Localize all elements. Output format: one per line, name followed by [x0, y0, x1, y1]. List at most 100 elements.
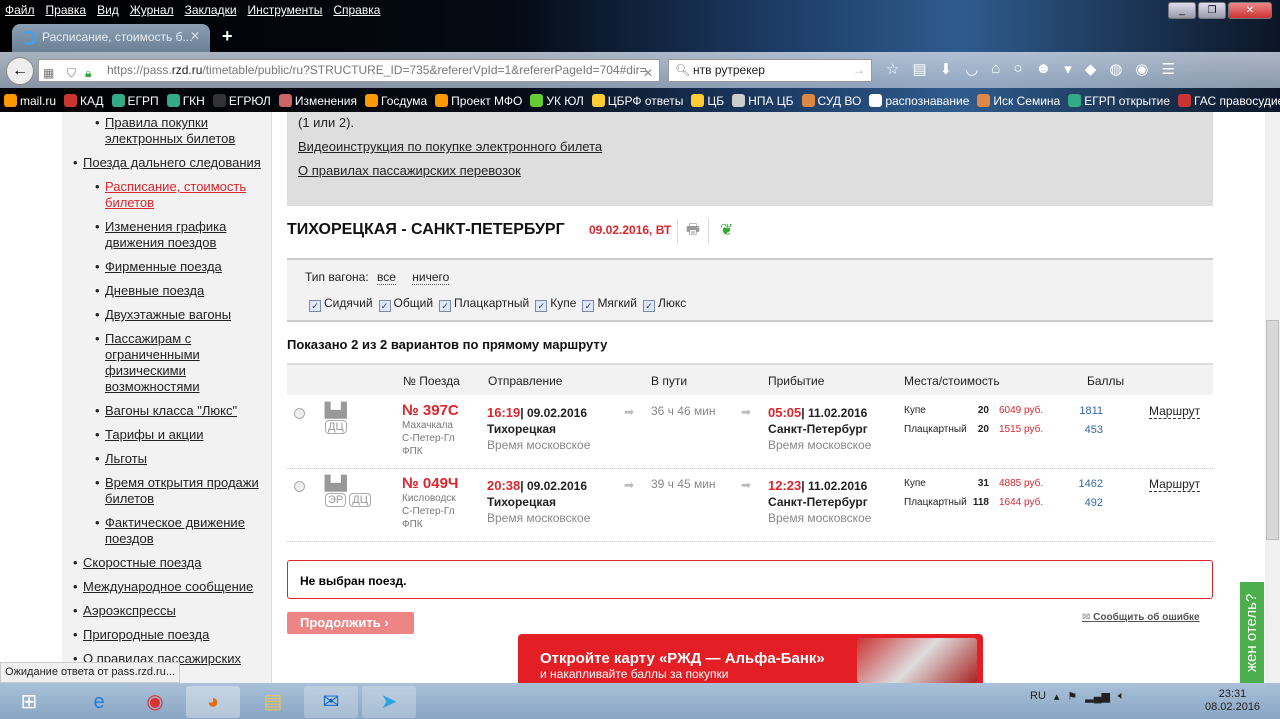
menu-history[interactable]: Журнал [130, 0, 174, 20]
sidebar-link[interactable]: Правила покупки электронных билетов [105, 115, 235, 146]
bookmark-item[interactable]: ЕГРП открытие [1068, 94, 1170, 108]
bookmark-item[interactable]: распознавание [869, 94, 969, 108]
chrome-icon[interactable]: ◉ [128, 686, 182, 718]
bookmark-item[interactable]: ГКН [166, 94, 205, 108]
flag-icon[interactable]: ⚑ [1067, 690, 1077, 703]
sidebar-link[interactable]: Фирменные поезда [105, 259, 222, 274]
sidebar-item[interactable]: Фирменные поезда [62, 259, 271, 275]
explorer-icon[interactable]: ▤ [246, 686, 300, 718]
train-radio[interactable] [294, 408, 305, 419]
bookmark-item[interactable]: ЦБРФ ответы [591, 94, 683, 108]
network-icon[interactable]: ▂▄▆ [1085, 690, 1110, 703]
menu-help[interactable]: Справка [333, 0, 380, 20]
clear-url-icon[interactable]: ✕ [643, 63, 653, 81]
train-row[interactable]: ▙▟ ЭР ДЦ № 049Ч Кисловодск С-Петер-Гл ФПК 20:38… [287, 469, 1213, 542]
print-icon[interactable]: 🖶︎ [677, 218, 709, 244]
sidebar-item[interactable]: Тарифы и акции [62, 427, 271, 443]
bookmark-item[interactable]: Госдума [365, 94, 427, 108]
outlook-icon[interactable]: ✉ [304, 686, 358, 718]
extension-icon[interactable]: ☻ [1035, 60, 1051, 78]
scrollbar-thumb[interactable] [1266, 320, 1279, 540]
sidebar-item[interactable]: Время открытия продажи билетов [62, 475, 271, 507]
eco-leaf-icon[interactable]: ❦ [720, 220, 733, 240]
sidebar-link[interactable]: Пассажирам с ограниченными физическими в… [105, 331, 200, 394]
volume-icon[interactable]: 🔈︎ [1118, 690, 1125, 703]
ad-banner[interactable]: Откройте карту «РЖД — Альфа-Банк» и нака… [518, 634, 983, 683]
sidebar-link[interactable]: Изменения графика движения поездов [105, 219, 226, 250]
tray-expand-icon[interactable]: ▴ [1054, 690, 1060, 703]
bookmark-item[interactable]: ЦБ [691, 94, 724, 108]
bookmark-item[interactable]: УК ЮЛ [530, 94, 584, 108]
pocket-icon[interactable]: ◡ [965, 60, 978, 78]
route-link[interactable]: Маршрут [1149, 477, 1201, 492]
identity-icon[interactable]: ▦ [43, 63, 54, 81]
close-tab-icon[interactable]: ✕ [190, 29, 200, 43]
sidebar-item[interactable]: Вагоны класса "Люкс" [62, 403, 271, 419]
sidebar-item[interactable]: Льготы [62, 451, 271, 467]
car-type-checkbox[interactable]: ✓ Сидячий [309, 296, 373, 312]
home-icon[interactable]: ⌂ [991, 60, 1000, 78]
sync-icon[interactable]: ◉ [1135, 60, 1148, 78]
sidebar-link[interactable]: Скоростные поезда [83, 555, 201, 570]
bookmark-item[interactable]: mail.ru [4, 94, 56, 108]
checkbox-checked-icon[interactable]: ✓ [378, 300, 391, 312]
sidebar-item[interactable]: Поезда дальнего следования [62, 155, 271, 171]
sidebar-link[interactable]: Дневные поезда [105, 283, 204, 298]
telegram-icon[interactable]: ➤ [362, 686, 416, 718]
bookmark-item[interactable]: СУД ВО [801, 94, 861, 108]
bookmark-item[interactable]: ЕГРЮЛ [212, 94, 271, 108]
bookmark-item[interactable]: Иск Семина [977, 94, 1060, 108]
checkbox-checked-icon[interactable]: ✓ [309, 300, 321, 312]
seat-price[interactable]: 1515 руб. [999, 424, 1043, 435]
sidebar-item[interactable]: Международное сообщение [62, 579, 271, 595]
ie-icon[interactable]: e [72, 686, 126, 718]
extension-dropdown-icon[interactable]: ▾ [1064, 60, 1072, 78]
shield-icon[interactable]: ⛉ [67, 63, 76, 81]
download-icon[interactable]: ⬇ [940, 60, 953, 78]
menu-file[interactable]: Файл [5, 0, 35, 20]
seat-price[interactable]: 4885 руб. [999, 478, 1043, 489]
hotel-tab[interactable]: жен отель? [1240, 582, 1264, 683]
report-error-link[interactable]: ✉ Сообщить об ошибке [1082, 612, 1200, 623]
tab-active[interactable]: Расписание, стоимость б... ✕ [12, 24, 210, 52]
chat-icon[interactable]: ○ [1013, 60, 1022, 78]
language-indicator[interactable]: RU [1030, 690, 1046, 703]
train-row[interactable]: ▙▟ ДЦ № 397С Махачкала С-Петер-Гл ФПК 16:19| 0… [287, 396, 1213, 469]
search-input[interactable]: 🔍︎ нтв рутрекер → [668, 59, 872, 82]
hamburger-menu-icon[interactable]: ☰ [1162, 60, 1175, 78]
checkbox-checked-icon[interactable]: ✓ [582, 300, 595, 312]
car-type-checkbox[interactable]: ✓ Плацкартный [439, 296, 529, 312]
train-number[interactable]: № 397С [402, 402, 459, 419]
car-type-checkbox[interactable]: ✓ Купе [535, 296, 576, 312]
sidebar-link[interactable]: Аэроэкспрессы [83, 603, 176, 618]
clock[interactable]: 23:31 08.02.2016 [1205, 688, 1260, 714]
sidebar-link[interactable]: Поезда дальнего следования [83, 155, 261, 170]
reading-list-icon[interactable]: ▤ [912, 60, 926, 78]
sidebar-item[interactable]: Дневные поезда [62, 283, 271, 299]
select-all-link[interactable]: все [377, 270, 396, 285]
menu-view[interactable]: Вид [97, 0, 119, 20]
bookmark-item[interactable]: Изменения [278, 94, 357, 108]
sidebar-link[interactable]: Тарифы и акции [105, 427, 204, 442]
sidebar-link[interactable]: Расписание, стоимость билетов [105, 179, 246, 210]
continue-button[interactable]: Продолжить › [287, 612, 414, 634]
video-instruction-link[interactable]: Видеоинструкция по покупке электронного … [298, 139, 602, 154]
firefox-icon[interactable]: ◕ [186, 686, 240, 718]
menu-bookmarks[interactable]: Закладки [185, 0, 237, 20]
close-window-button[interactable]: ✕ [1228, 2, 1272, 19]
seat-price[interactable]: 1644 руб. [999, 497, 1043, 508]
maximize-button[interactable]: ❐ [1198, 2, 1226, 19]
sidebar-item[interactable]: Фактическое движение поездов [62, 515, 271, 547]
car-type-checkbox[interactable]: ✓ Люкс [642, 296, 686, 312]
checkbox-checked-icon[interactable]: ✓ [642, 300, 655, 312]
bookmark-star-icon[interactable]: ☆ [886, 60, 899, 78]
minimize-button[interactable]: _ [1168, 2, 1196, 19]
bookmark-item[interactable]: ГАС правосудие [1178, 94, 1280, 108]
sidebar-link[interactable]: Фактическое движение поездов [105, 515, 245, 546]
sidebar-link[interactable]: Двухэтажные вагоны [105, 307, 231, 322]
bookmark-item[interactable]: Проект МФО [435, 94, 522, 108]
addon-icon[interactable]: ◆ [1085, 60, 1097, 78]
checkbox-checked-icon[interactable]: ✓ [439, 300, 452, 312]
sidebar-link[interactable]: Время открытия продажи билетов [105, 475, 259, 506]
menu-edit[interactable]: Правка [46, 0, 87, 20]
